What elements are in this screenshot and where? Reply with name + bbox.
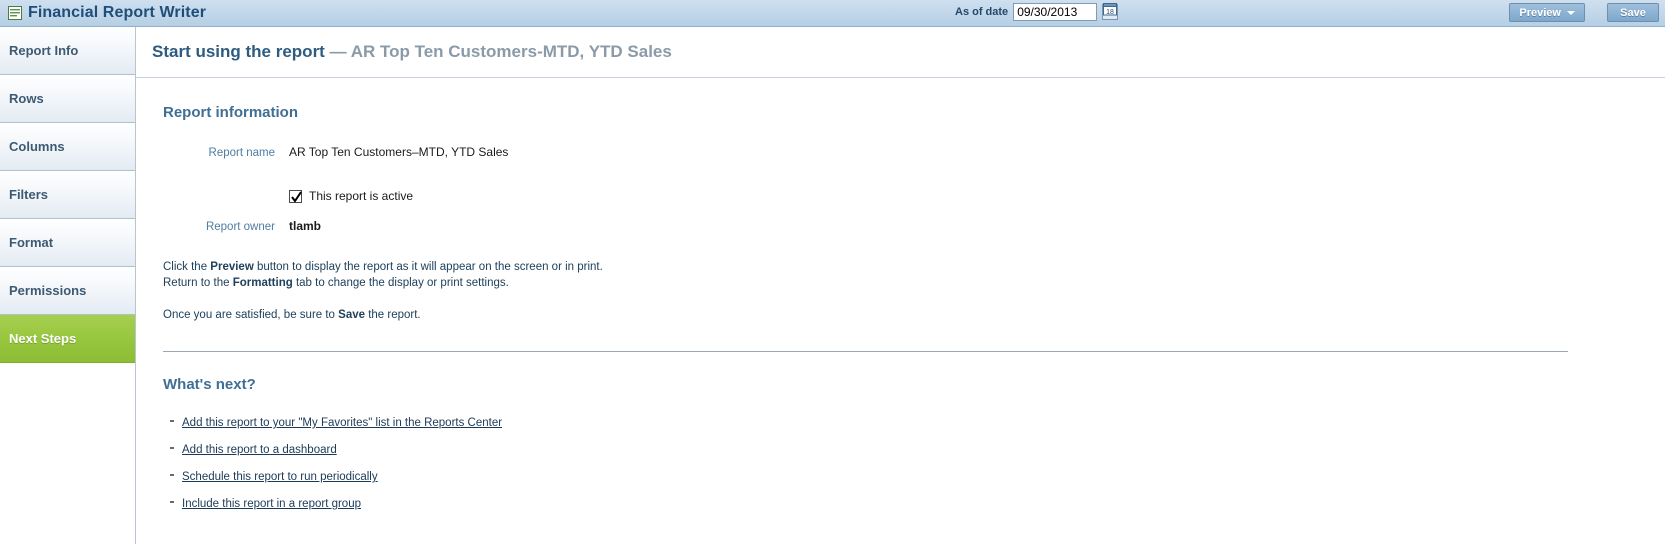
save-button-label: Save bbox=[1620, 6, 1646, 19]
app-branding: Financial Report Writer bbox=[0, 4, 206, 22]
preview-button[interactable]: Preview bbox=[1509, 3, 1585, 22]
app-title: Financial Report Writer bbox=[28, 4, 207, 21]
sidebar-empty-area bbox=[0, 363, 135, 503]
link-include-in-report-group[interactable]: Include this report in a report group bbox=[182, 498, 361, 510]
instruction-2-part-c: tab to change the display or print setti… bbox=[292, 277, 509, 289]
link-add-to-my-favorites[interactable]: Add this report to your "My Favorites" l… bbox=[182, 417, 502, 429]
sidebar-item-label: Filters bbox=[9, 187, 49, 202]
section-divider bbox=[163, 351, 1568, 352]
report-owner-row: Report owner tlamb bbox=[163, 219, 1665, 247]
instruction-1-part-a: Click the bbox=[163, 261, 211, 273]
instruction-line-2: Return to the Formatting tab to change t… bbox=[163, 275, 1665, 291]
instruction-3-part-a: Once you are satisfied, be sure to bbox=[163, 309, 339, 321]
report-name-value: AR Top Ten Customers–MTD, YTD Sales bbox=[289, 145, 509, 159]
sidebar-item-format[interactable]: Format bbox=[0, 219, 135, 267]
list-item: Add this report to a dashboard bbox=[170, 442, 1665, 469]
whats-next-list: Add this report to your "My Favorites" l… bbox=[163, 415, 1665, 523]
page-title-subject: AR Top Ten Customers-MTD, YTD Sales bbox=[350, 42, 672, 61]
sidebar-item-label: Report Info bbox=[9, 43, 79, 58]
sidebar-item-permissions[interactable]: Permissions bbox=[0, 267, 135, 315]
as-of-date-label: As of date bbox=[955, 6, 1009, 18]
page-title-separator: — bbox=[324, 42, 351, 61]
link-schedule-report[interactable]: Schedule this report to run periodically bbox=[182, 471, 378, 483]
sidebar-item-report-info[interactable]: Report Info bbox=[0, 27, 135, 75]
instruction-1-part-c: button to display the report as it will … bbox=[253, 261, 603, 273]
sidebar-item-next-steps[interactable]: Next Steps bbox=[0, 315, 135, 363]
document-lines-icon bbox=[8, 6, 22, 20]
report-information-heading: Report information bbox=[163, 104, 298, 121]
report-active-checkbox-row[interactable]: This report is active bbox=[289, 181, 1665, 211]
content-area: Report information Report name AR Top Te… bbox=[136, 78, 1665, 523]
sidebar-item-columns[interactable]: Columns bbox=[0, 123, 135, 171]
bullet-icon bbox=[170, 501, 174, 503]
instruction-2-part-a: Return to the bbox=[163, 277, 233, 289]
report-active-checkbox-label: This report is active bbox=[309, 189, 414, 203]
list-item: Add this report to your "My Favorites" l… bbox=[170, 415, 1665, 442]
app-body: Report Info Rows Columns Filters Format … bbox=[0, 27, 1665, 544]
sidebar-item-label: Rows bbox=[9, 91, 44, 106]
page-title: Start using the report — AR Top Ten Cust… bbox=[152, 42, 672, 62]
check-icon bbox=[291, 190, 302, 203]
instruction-2-formatting-emphasis: Formatting bbox=[232, 277, 293, 289]
as-of-date-group: As of date 18 bbox=[955, 2, 1119, 21]
instructions-block: Click the Preview button to display the … bbox=[163, 259, 1665, 323]
sidebar-item-rows[interactable]: Rows bbox=[0, 75, 135, 123]
sidebar-item-label: Columns bbox=[9, 139, 65, 154]
report-owner-label: Report owner bbox=[205, 221, 275, 233]
bullet-icon bbox=[170, 447, 174, 449]
bullet-icon bbox=[170, 420, 174, 422]
app-header-bar: Financial Report Writer As of date 18 Pr… bbox=[0, 0, 1665, 27]
page-title-main: Start using the report bbox=[152, 42, 325, 61]
sidebar-nav: Report Info Rows Columns Filters Format … bbox=[0, 27, 136, 544]
svg-text:18: 18 bbox=[1106, 9, 1114, 16]
report-active-checkbox[interactable] bbox=[289, 189, 302, 203]
as-of-date-input[interactable] bbox=[1013, 3, 1098, 21]
sidebar-item-filters[interactable]: Filters bbox=[0, 171, 135, 219]
sidebar-item-label: Format bbox=[9, 235, 54, 250]
chevron-down-icon bbox=[1567, 10, 1575, 15]
instruction-1-preview-emphasis: Preview bbox=[210, 261, 254, 273]
whats-next-heading: What's next? bbox=[163, 376, 256, 393]
instruction-3-save-emphasis: Save bbox=[338, 309, 366, 321]
instruction-line-1: Click the Preview button to display the … bbox=[163, 259, 1665, 275]
report-owner-value: tlamb bbox=[289, 219, 322, 233]
calendar-icon[interactable]: 18 bbox=[1102, 2, 1119, 20]
calendar-glyph: 18 bbox=[1103, 2, 1118, 19]
save-button[interactable]: Save bbox=[1607, 3, 1659, 22]
instruction-spacer bbox=[163, 291, 1665, 307]
main-content: Start using the report — AR Top Ten Cust… bbox=[136, 27, 1665, 544]
link-add-to-dashboard[interactable]: Add this report to a dashboard bbox=[182, 444, 337, 456]
preview-button-label: Preview bbox=[1519, 6, 1561, 19]
report-name-label: Report name bbox=[208, 147, 275, 159]
sidebar-item-label: Permissions bbox=[9, 283, 87, 298]
bullet-icon bbox=[170, 474, 174, 476]
list-item: Schedule this report to run periodically bbox=[170, 469, 1665, 496]
report-name-row: Report name AR Top Ten Customers–MTD, YT… bbox=[163, 145, 1665, 173]
list-item: Include this report in a report group bbox=[170, 496, 1665, 523]
header-action-buttons: Preview Save bbox=[1509, 3, 1659, 22]
sidebar-item-label: Next Steps bbox=[9, 331, 77, 346]
instruction-3-part-c: the report. bbox=[365, 309, 421, 321]
page-header: Start using the report — AR Top Ten Cust… bbox=[136, 27, 1665, 78]
instruction-line-3: Once you are satisfied, be sure to Save … bbox=[163, 307, 1665, 323]
